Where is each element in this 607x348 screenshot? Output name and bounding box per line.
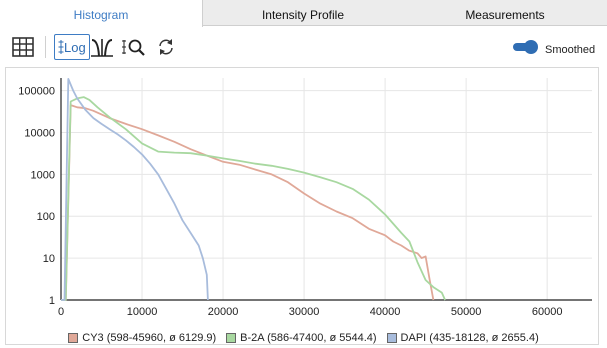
y-tick-label: 1: [49, 295, 55, 307]
tab-histogram[interactable]: Histogram: [0, 0, 203, 27]
y-tick-label: 1000: [31, 169, 55, 181]
y-tick-label: 10: [43, 253, 55, 265]
x-tick-label: 0: [58, 306, 64, 318]
log-label: Log: [64, 39, 86, 55]
histogram-chart: 1 10 100 1000 10000 100000 0 10000 20000 30000 400…: [18, 77, 592, 318]
histogram-chart-panel: 1 10 100 1000 10000 100000 0 10000 20000 30000 400…: [5, 67, 599, 345]
y-tick-label: 100000: [18, 86, 55, 98]
legend-label-dapi: DAPI (435-18128, ø 2655.4): [400, 332, 539, 344]
x-tick-label: 40000: [370, 306, 401, 318]
legend-label-cy3: CY3 (598-45960, ø 6129.9): [82, 332, 217, 344]
x-tick-label: 30000: [289, 306, 320, 318]
legend-item-cy3[interactable]: CY3 (598-45960, ø 6129.9): [68, 332, 216, 344]
legend-swatch-dapi: [386, 333, 397, 343]
zoom-to-fit-icon[interactable]: [122, 34, 146, 60]
legend-item-b2a[interactable]: B-2A (586-47400, ø 5544.4): [226, 332, 377, 344]
x-tick-label: 50000: [451, 306, 482, 318]
series-line-2: [61, 77, 209, 301]
toolbar: Log Smoothed: [0, 27, 607, 67]
log-scale-button[interactable]: Log: [54, 34, 90, 60]
tab-bar: Histogram Intensity Profile Measurements: [0, 0, 607, 27]
tab-intensity-profile[interactable]: Intensity Profile: [203, 0, 403, 27]
chart-legend: CY3 (598-45960, ø 6129.9) B-2A (586-4740…: [0, 330, 607, 346]
grid-table-icon[interactable]: [11, 34, 35, 60]
toolbar-separator: [45, 36, 46, 58]
legend-label-b2a: B-2A (586-47400, ø 5544.4): [240, 332, 377, 344]
series-line-1: [61, 96, 446, 301]
x-tick-label: 20000: [208, 306, 239, 318]
toggle-knob: [524, 40, 538, 54]
smoothed-toggle[interactable]: [513, 40, 538, 54]
smoothed-label: Smoothed: [545, 44, 596, 56]
y-tick-label: 100: [37, 211, 55, 223]
x-tick-label: 10000: [127, 306, 158, 318]
legend-swatch-cy3: [68, 333, 79, 343]
y-tick-label: 10000: [24, 127, 55, 139]
legend-swatch-b2a: [226, 333, 237, 343]
threshold-icon[interactable]: [90, 34, 114, 60]
tab-measurements[interactable]: Measurements: [403, 0, 607, 27]
refresh-icon[interactable]: [155, 34, 177, 60]
x-tick-label: 60000: [532, 306, 563, 318]
legend-item-dapi[interactable]: DAPI (435-18128, ø 2655.4): [386, 332, 539, 344]
